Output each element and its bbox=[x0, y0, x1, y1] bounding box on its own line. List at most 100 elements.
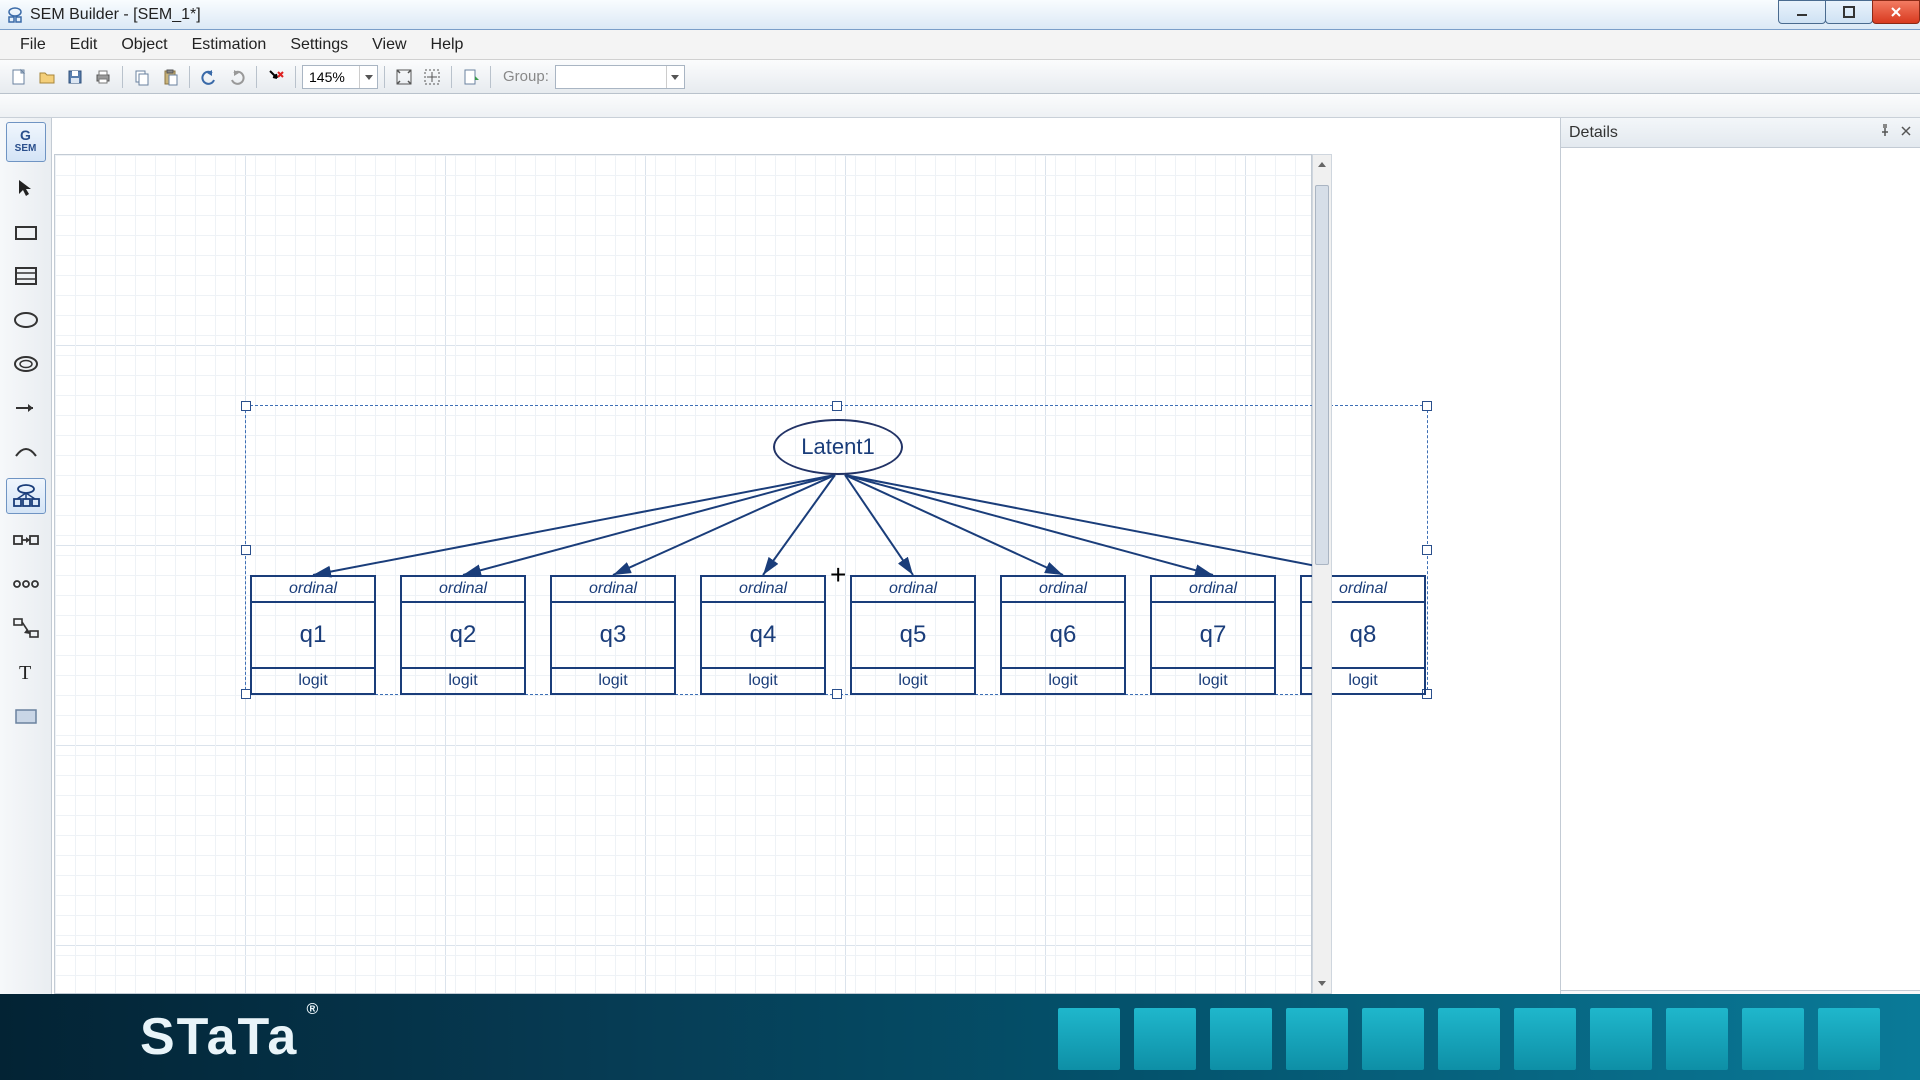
close-button[interactable] bbox=[1872, 0, 1920, 24]
window-title: SEM Builder - [SEM_1*] bbox=[30, 6, 201, 24]
observed-indicator-node[interactable]: ordinalq2logit bbox=[400, 575, 526, 695]
task-square bbox=[1058, 1008, 1120, 1070]
zoom-input[interactable] bbox=[303, 69, 359, 85]
latent-ellipse-tool[interactable] bbox=[6, 302, 46, 338]
covariance-tool[interactable] bbox=[6, 434, 46, 470]
title-bar: SEM Builder - [SEM_1*] bbox=[0, 0, 1920, 30]
details-title: Details bbox=[1569, 124, 1618, 142]
menu-estimation[interactable]: Estimation bbox=[180, 32, 279, 58]
fit-page-button[interactable] bbox=[391, 64, 417, 90]
menu-object[interactable]: Object bbox=[109, 32, 179, 58]
observed-indicator-node[interactable]: ordinalq3logit bbox=[550, 575, 676, 695]
toolbar: Group: bbox=[0, 60, 1920, 94]
measure-type-label: ordinal bbox=[1002, 577, 1124, 603]
path-tool[interactable] bbox=[6, 390, 46, 426]
task-square bbox=[1286, 1008, 1348, 1070]
tool-palette: G SEM T bbox=[0, 118, 52, 1080]
observed-indicator-node[interactable]: ordinalq5logit bbox=[850, 575, 976, 695]
details-body bbox=[1561, 148, 1920, 990]
registered-mark: ® bbox=[307, 1001, 321, 1019]
measure-type-label: ordinal bbox=[1152, 577, 1274, 603]
task-square bbox=[1362, 1008, 1424, 1070]
zoom-dropdown-icon[interactable] bbox=[359, 66, 377, 88]
link-function-label: logit bbox=[702, 667, 824, 693]
indicator-name: q1 bbox=[252, 603, 374, 667]
pin-icon[interactable] bbox=[1878, 123, 1892, 142]
link-function-label: logit bbox=[1002, 667, 1124, 693]
connection-tool[interactable] bbox=[6, 610, 46, 646]
zoom-combo[interactable] bbox=[302, 65, 378, 89]
close-panel-icon[interactable] bbox=[1900, 124, 1912, 142]
measure-type-label: ordinal bbox=[402, 577, 524, 603]
menu-help[interactable]: Help bbox=[419, 32, 476, 58]
gsem-mode-button[interactable]: G SEM bbox=[6, 122, 46, 162]
link-function-label: logit bbox=[552, 667, 674, 693]
new-button[interactable] bbox=[6, 64, 32, 90]
latent-multilevel-tool[interactable] bbox=[6, 346, 46, 382]
regression-component-tool[interactable] bbox=[6, 522, 46, 558]
undo-button[interactable] bbox=[196, 64, 222, 90]
observed-rect-tool[interactable] bbox=[6, 214, 46, 250]
canvas-area[interactable]: Latent1 ordinalq1logitordinalq2logitordi… bbox=[52, 118, 1560, 1080]
task-square bbox=[1666, 1008, 1728, 1070]
observed-indicator-node[interactable]: ordinalq7logit bbox=[1150, 575, 1276, 695]
print-button[interactable] bbox=[90, 64, 116, 90]
fit-selection-button[interactable] bbox=[419, 64, 445, 90]
link-function-label: logit bbox=[252, 667, 374, 693]
app-icon bbox=[6, 6, 24, 24]
indicator-name: q3 bbox=[552, 603, 674, 667]
gsem-g-label: G bbox=[20, 129, 31, 142]
group-label: Group: bbox=[503, 68, 549, 85]
latent-label: Latent1 bbox=[801, 434, 874, 460]
stata-logo: STaTa ® bbox=[140, 1007, 298, 1067]
observed-indicator-node[interactable]: ordinalq4logit bbox=[700, 575, 826, 695]
menu-settings[interactable]: Settings bbox=[278, 32, 360, 58]
menu-edit[interactable]: Edit bbox=[58, 32, 110, 58]
paste-button[interactable] bbox=[157, 64, 183, 90]
sub-toolbar bbox=[0, 94, 1920, 118]
cancel-tool-button[interactable] bbox=[263, 64, 289, 90]
indicator-name: q7 bbox=[1152, 603, 1274, 667]
main-area: G SEM T bbox=[0, 118, 1920, 1080]
task-square bbox=[1742, 1008, 1804, 1070]
observed-indicator-node[interactable]: ordinalq6logit bbox=[1000, 575, 1126, 695]
observed-set-tool[interactable] bbox=[6, 566, 46, 602]
stata-logo-text: STaTa bbox=[140, 1008, 298, 1066]
observed-indicator-node[interactable]: ordinalq1logit bbox=[250, 575, 376, 695]
task-square bbox=[1438, 1008, 1500, 1070]
group-dropdown-icon[interactable] bbox=[666, 66, 684, 88]
save-button[interactable] bbox=[62, 64, 88, 90]
scroll-up-icon[interactable] bbox=[1313, 155, 1331, 175]
copy-button[interactable] bbox=[129, 64, 155, 90]
measure-type-label: ordinal bbox=[252, 577, 374, 603]
maximize-button[interactable] bbox=[1825, 0, 1873, 24]
group-combo[interactable] bbox=[555, 65, 685, 89]
vertical-scrollbar[interactable] bbox=[1312, 154, 1332, 994]
svg-text:T: T bbox=[19, 662, 31, 683]
diagram-page[interactable]: Latent1 ordinalq1logitordinalq2logitordi… bbox=[54, 154, 1312, 994]
minimize-button[interactable] bbox=[1778, 0, 1826, 24]
select-tool[interactable] bbox=[6, 170, 46, 206]
window-controls bbox=[1779, 0, 1920, 24]
measure-type-label: ordinal bbox=[702, 577, 824, 603]
measurement-component-tool[interactable] bbox=[6, 478, 46, 514]
latent-variable-node[interactable]: Latent1 bbox=[773, 419, 903, 475]
menu-view[interactable]: View bbox=[360, 32, 418, 58]
task-square bbox=[1514, 1008, 1576, 1070]
task-square bbox=[1210, 1008, 1272, 1070]
text-tool[interactable]: T bbox=[6, 654, 46, 690]
observed-gsem-tool[interactable] bbox=[6, 258, 46, 294]
estimate-button[interactable] bbox=[458, 64, 484, 90]
measure-type-label: ordinal bbox=[852, 577, 974, 603]
area-tool[interactable] bbox=[6, 698, 46, 734]
menu-file[interactable]: File bbox=[8, 32, 58, 58]
task-square bbox=[1590, 1008, 1652, 1070]
indicator-name: q5 bbox=[852, 603, 974, 667]
scroll-thumb[interactable] bbox=[1315, 185, 1329, 565]
redo-button[interactable] bbox=[224, 64, 250, 90]
details-panel: Details bbox=[1560, 118, 1920, 1080]
task-square bbox=[1134, 1008, 1196, 1070]
open-button[interactable] bbox=[34, 64, 60, 90]
details-header: Details bbox=[1561, 118, 1920, 148]
scroll-down-icon[interactable] bbox=[1313, 973, 1331, 993]
